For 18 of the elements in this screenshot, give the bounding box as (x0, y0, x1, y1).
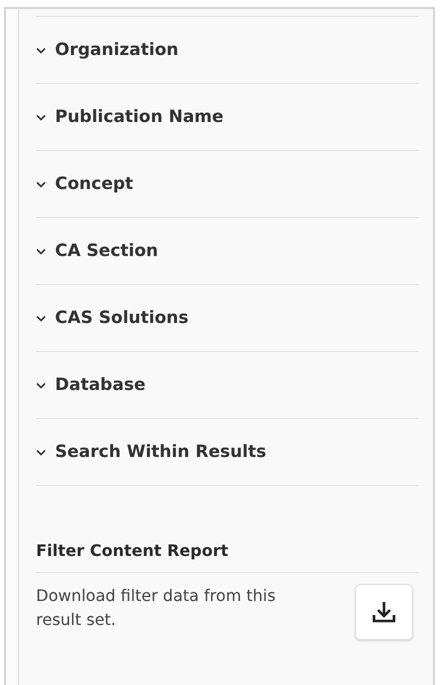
chevron-down-icon (36, 382, 46, 388)
section-title: Filter Content Report (36, 541, 419, 573)
filter-facet[interactable]: Concept (36, 150, 419, 217)
chevron-down-icon (36, 114, 46, 120)
filter-facet[interactable]: Publication Name (36, 83, 419, 150)
filter-facet[interactable]: Organization (36, 16, 419, 83)
filter-facet[interactable]: CAS Solutions (36, 284, 419, 351)
download-icon (371, 600, 397, 624)
chevron-down-icon (36, 448, 46, 456)
chevron-down-icon (36, 180, 46, 188)
download-button[interactable] (355, 584, 413, 640)
chevron-down-icon (36, 46, 46, 54)
report-description: Download filter data from this result set. (36, 585, 277, 631)
filter-facet[interactable]: Database (36, 351, 419, 418)
chevron-down-icon (36, 314, 46, 322)
filter-facet[interactable]: Search Within Results (36, 418, 419, 485)
chevron-down-icon (36, 248, 46, 254)
filter-facet[interactable]: CA Section (36, 217, 419, 284)
